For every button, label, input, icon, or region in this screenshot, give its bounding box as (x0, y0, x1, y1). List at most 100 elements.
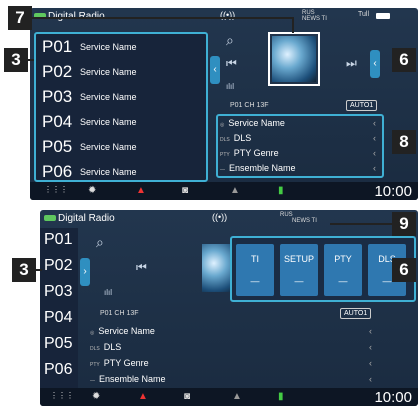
phone-icon[interactable]: ▮ (278, 391, 284, 402)
settings-icon[interactable]: ✹ (88, 185, 96, 196)
apps-icon[interactable]: ⋮⋮⋮ (44, 185, 68, 194)
previous-icon[interactable]: ⏮ (136, 260, 147, 275)
next-icon[interactable]: ⏭ (346, 56, 357, 71)
preset-button-2[interactable]: P02 Service Name (36, 59, 206, 84)
preset-list-close-tab[interactable]: ‹ (210, 56, 220, 84)
dls-icon: DLS (220, 137, 230, 143)
preset-button-3[interactable]: P03 Service Name (36, 84, 206, 109)
preset-button-4[interactable]: P04 (40, 306, 78, 331)
source-title: Digital Radio (58, 213, 115, 224)
function-status: — (338, 276, 348, 286)
callout-3-top: 3 (4, 48, 28, 72)
info-row-ensemble[interactable]: — Ensemble Name ‹ (90, 374, 376, 384)
auto-button[interactable]: AUTO1 (346, 100, 378, 111)
chevron-left-icon: ‹ (373, 148, 376, 158)
preset-list-open-tab[interactable]: › (80, 258, 90, 286)
function-label: TI (251, 254, 259, 264)
preset-button-4[interactable]: P04 Service Name (36, 109, 206, 134)
callout-8: 8 (392, 130, 416, 154)
callout-6-bottom: 6 (392, 258, 416, 282)
preset-number: P06 (42, 162, 73, 181)
info-row-service[interactable]: ◎ Service Name ‹ (90, 326, 376, 336)
preset-button-5[interactable]: P05 Service Name (36, 134, 206, 159)
preset-button-5[interactable]: P05 (40, 332, 78, 357)
album-art-highlight (268, 32, 320, 86)
function-panel-tab[interactable]: ‹ (370, 50, 380, 78)
news-ti-indicator: NEWS TI (302, 16, 327, 22)
navigation-icon[interactable]: ▲ (138, 391, 148, 402)
pty-icon: PTY (90, 362, 100, 368)
function-status: — (294, 276, 304, 286)
navigation-alt-icon[interactable]: ▲ (230, 185, 240, 196)
antenna-icon: ((•)) (212, 212, 228, 222)
search-icon[interactable]: ⌕ (96, 234, 104, 251)
chevron-left-icon: ‹ (369, 374, 372, 384)
signal-bars-icon: Tull (358, 11, 370, 18)
navigation-alt-icon[interactable]: ▲ (232, 391, 242, 402)
media-icon[interactable]: ◙ (182, 185, 188, 196)
chevron-left-icon: ‹ (369, 326, 372, 336)
info-row-dls[interactable]: DLS DLS ‹ (90, 342, 376, 352)
info-row-pty[interactable]: PTY PTY Genre ‹ (90, 358, 376, 368)
phone-icon[interactable]: ▮ (278, 185, 284, 196)
preset-number: P06 (44, 361, 73, 378)
info-label: DLS (103, 342, 122, 352)
preset-number: P01 (44, 231, 73, 248)
callout-9: 9 (392, 212, 416, 236)
callout-line (330, 223, 392, 225)
equalizer-icon[interactable]: ılıl (226, 82, 234, 91)
info-row-dls[interactable]: DLS DLS ‹ (220, 133, 380, 143)
info-row-pty[interactable]: PTY PTY Genre ‹ (220, 148, 380, 158)
setup-button[interactable]: SETUP — (280, 244, 318, 296)
preset-button-1[interactable]: P01 (40, 228, 78, 253)
media-icon[interactable]: ◙ (184, 391, 190, 402)
function-panel: TI — SETUP — PTY — DLS — (230, 236, 416, 302)
preset-number: P04 (44, 309, 73, 326)
channel-label: P01 CH 13F (230, 102, 269, 109)
callout-line (28, 59, 34, 61)
preset-number: P01 (42, 37, 73, 56)
preset-service-name: Service Name (80, 67, 137, 77)
preset-button-6[interactable]: P06 Service Name (36, 159, 206, 184)
preset-number: P04 (42, 112, 73, 131)
info-label: Service Name (98, 326, 155, 336)
settings-icon[interactable]: ✹ (92, 391, 100, 402)
info-row-service[interactable]: ◎ Service Name ‹ (220, 118, 380, 128)
bottom-bar: ⋮⋮⋮ ✹ ▲ ◙ ▲ ▮ 10:00 (30, 182, 418, 200)
status-bar: Digital Radio ((•)) RUS NEWS TI Tull (30, 8, 418, 24)
service-icon: ◎ (220, 122, 225, 128)
info-label: Ensemble Name (229, 163, 296, 173)
info-row-ensemble[interactable]: — Ensemble Name ‹ (220, 163, 380, 173)
chevron-left-icon: ‹ (373, 163, 376, 173)
apps-icon[interactable]: ⋮⋮⋮ (50, 391, 74, 400)
callout-7: 7 (8, 6, 32, 30)
preset-number: P05 (42, 137, 73, 156)
callout-3-bottom: 3 (12, 258, 36, 282)
preset-button-1[interactable]: P01 Service Name (36, 34, 206, 59)
navigation-icon[interactable]: ▲ (136, 185, 146, 196)
rus-indicator: RUS (280, 212, 293, 218)
previous-icon[interactable]: ⏮ (226, 56, 237, 71)
search-icon[interactable]: ⌕ (226, 32, 234, 49)
equalizer-icon[interactable]: ılıl (104, 288, 112, 297)
preset-button-3[interactable]: P03 (40, 280, 78, 305)
info-label: Ensemble Name (99, 374, 166, 384)
callout-line (32, 17, 294, 19)
source-icon (44, 215, 56, 221)
auto-button[interactable]: AUTO1 (340, 308, 372, 319)
callout-line (292, 17, 294, 33)
preset-number: P03 (42, 87, 73, 106)
preset-service-name: Service Name (80, 117, 137, 127)
pty-button[interactable]: PTY — (324, 244, 362, 296)
ti-button[interactable]: TI — (236, 244, 274, 296)
preset-number: P02 (42, 62, 73, 81)
chevron-left-icon: ‹ (369, 358, 372, 368)
channel-label: P01 CH 13F (100, 310, 139, 317)
preset-button-2[interactable]: P02 (40, 254, 78, 279)
preset-number: P02 (44, 257, 73, 274)
clock: 10:00 (374, 183, 412, 200)
preset-number: P05 (44, 335, 73, 352)
preset-service-name: Service Name (80, 167, 137, 177)
preset-number: P03 (44, 283, 73, 300)
preset-button-6[interactable]: P06 (40, 358, 78, 383)
